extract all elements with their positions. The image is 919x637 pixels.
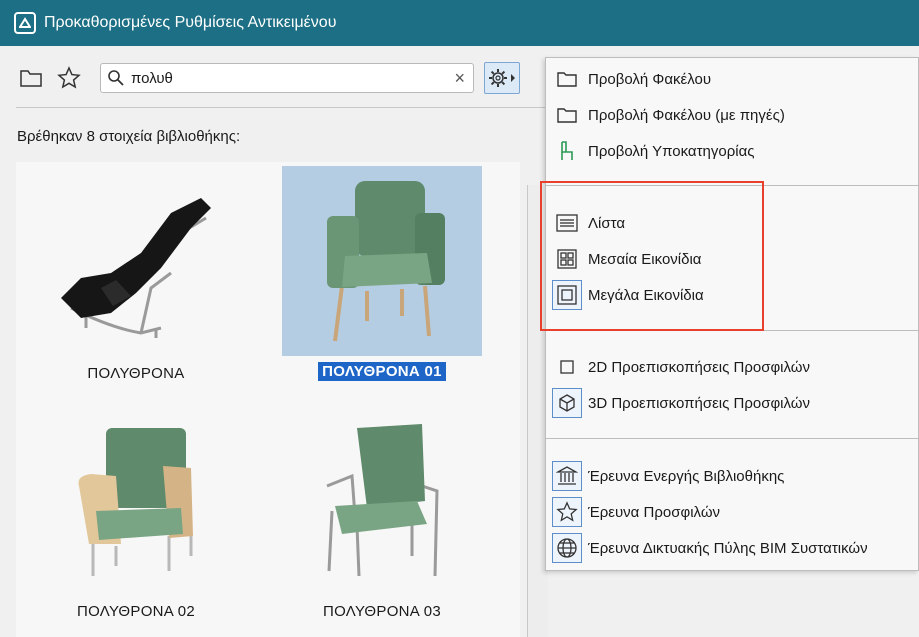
toolbar-divider xyxy=(16,107,546,108)
menu-item-search-bim-portal[interactable]: Έρευνα Δικτυακής Πύλης BIM Συστατικών xyxy=(546,531,918,565)
menu-item-2d-preview[interactable]: 2D Προεπισκοπήσεις Προσφιλών xyxy=(546,350,918,384)
globe-icon xyxy=(552,533,582,563)
clear-search-icon[interactable]: × xyxy=(454,68,465,89)
settings-menu-button[interactable] xyxy=(484,62,520,94)
toolbar: × xyxy=(16,60,546,96)
title-bar: Προκαθορισμένες Ρυθμίσεις Αντικειμένου xyxy=(0,0,919,46)
results-grid: ΠΟΛΥΘΡΟΝΑ ΠΟΛΥΘΡΟΝΑ 01 ΠΟΛΥΘΡΟΝΑ 02 ΠΟΛΥ… xyxy=(16,162,520,637)
chair-subcategory-icon xyxy=(552,136,582,166)
annotation-highlight xyxy=(540,181,764,331)
menu-item-subcategory-view[interactable]: Προβολή Υποκατηγορίας xyxy=(546,134,918,168)
search-icon xyxy=(105,67,127,89)
search-field[interactable]: × xyxy=(100,63,474,93)
2d-preview-icon xyxy=(552,352,582,382)
menu-item-folder-view-sources[interactable]: Προβολή Φακέλου (με πηγές) xyxy=(546,98,918,132)
folder-sources-icon xyxy=(552,100,582,130)
library-item-selected[interactable]: ΠΟΛΥΘΡΟΝΑ 01 xyxy=(272,166,492,381)
library-icon xyxy=(552,461,582,491)
menu-divider xyxy=(546,438,918,439)
item-thumbnail[interactable] xyxy=(36,168,236,358)
results-count-label: Βρέθηκαν 8 στοιχεία βιβλιοθήκης: xyxy=(17,128,241,145)
library-item[interactable]: ΠΟΛΥΘΡΟΝΑ 03 xyxy=(272,406,492,621)
folder-icon xyxy=(552,64,582,94)
item-caption: ΠΟΛΥΘΡΟΝΑ xyxy=(87,365,185,382)
3d-preview-icon xyxy=(552,388,582,418)
item-caption: ΠΟΛΥΘΡΟΝΑ 03 xyxy=(322,603,442,620)
library-item[interactable]: ΠΟΛΥΘΡΟΝΑ 02 xyxy=(26,406,246,621)
favorites-star-icon[interactable] xyxy=(54,63,84,93)
menu-item-folder-view[interactable]: Προβολή Φακέλου xyxy=(546,62,918,96)
item-thumbnail[interactable] xyxy=(36,406,236,596)
folder-icon[interactable] xyxy=(16,63,46,93)
archicad-logo-icon xyxy=(14,12,36,34)
item-caption: ΠΟΛΥΘΡΟΝΑ 02 xyxy=(76,603,196,620)
library-item[interactable]: ΠΟΛΥΘΡΟΝΑ xyxy=(26,168,246,383)
item-thumbnail[interactable] xyxy=(282,406,482,596)
search-input[interactable] xyxy=(127,68,433,88)
menu-item-search-active-library[interactable]: Έρευνα Ενεργής Βιβλιοθήκης xyxy=(546,459,918,493)
menu-item-3d-preview[interactable]: 3D Προεπισκοπήσεις Προσφιλών xyxy=(546,386,918,420)
gear-icon xyxy=(489,69,507,87)
star-icon xyxy=(552,497,582,527)
window-title: Προκαθορισμένες Ρυθμίσεις Αντικειμένου xyxy=(44,14,337,31)
menu-item-search-favorites[interactable]: Έρευνα Προσφιλών xyxy=(546,495,918,529)
item-thumbnail[interactable] xyxy=(282,166,482,356)
item-caption: ΠΟΛΥΘΡΟΝΑ 01 xyxy=(318,362,446,381)
